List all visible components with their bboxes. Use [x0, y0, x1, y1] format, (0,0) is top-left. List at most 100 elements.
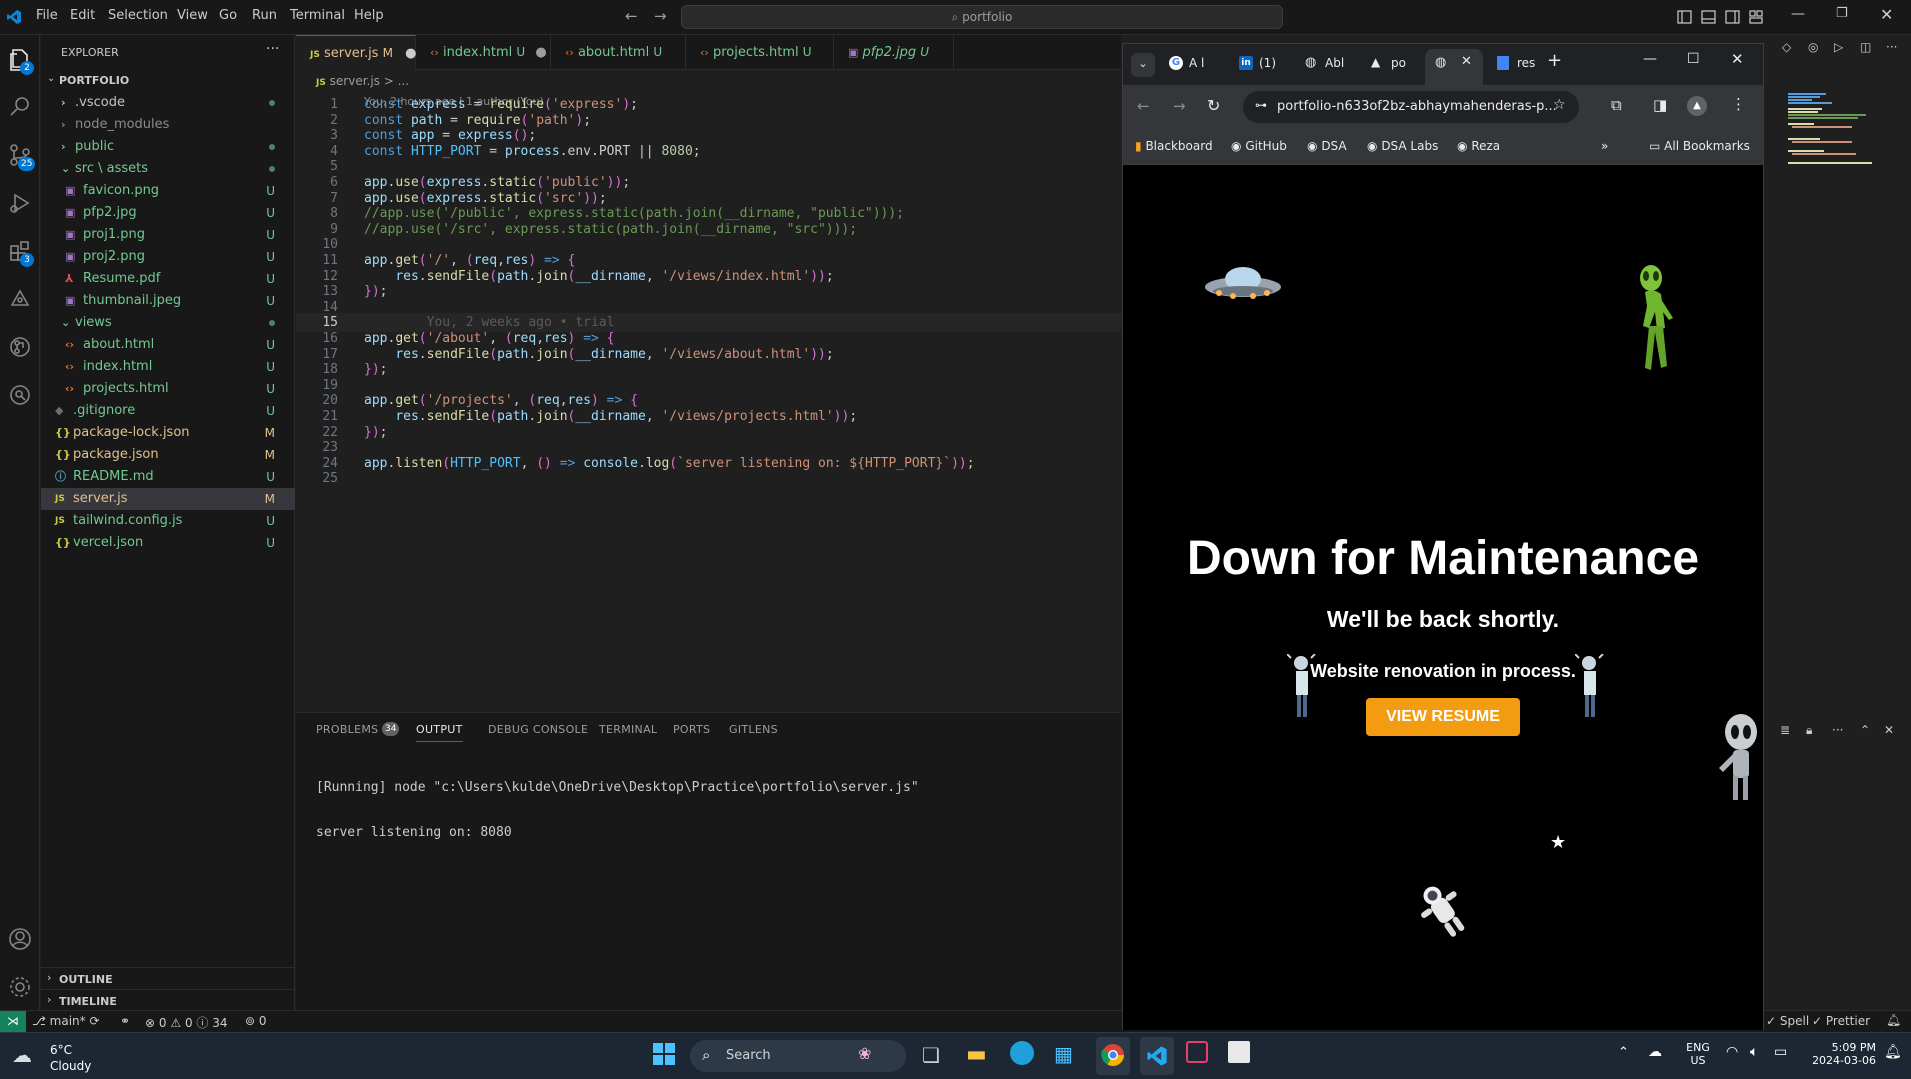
project-header[interactable]: ⌄ PORTFOLIO — [41, 70, 295, 92]
remote-icon[interactable]: ⋊ — [0, 1011, 26, 1033]
tree-item-vscode[interactable]: › .vscode — [41, 92, 295, 114]
minimize-icon[interactable]: — — [1791, 6, 1805, 22]
tray-app-icon[interactable]: ☁ — [1648, 1044, 1662, 1060]
menu-file[interactable]: File — [36, 8, 58, 23]
browser-tab-linkedin[interactable]: in (1) — [1235, 52, 1295, 78]
tree-item-package-lock[interactable]: {} package-lock.json M — [41, 422, 295, 444]
minimize-icon[interactable]: — — [1643, 51, 1657, 67]
browser-tab-google[interactable]: G A l — [1165, 52, 1225, 78]
bookmark-blackboard[interactable]: ▮ Blackboard — [1135, 139, 1213, 153]
tray-chevron-up-icon[interactable]: ⌃ — [1618, 1045, 1629, 1060]
tab-search-chevron-icon[interactable]: ⌄ — [1131, 53, 1155, 77]
tab-terminal[interactable]: TERMINAL — [599, 723, 657, 736]
address-bar[interactable]: ⊶ portfolio-n633of2bz-abhaymahenderas-p.… — [1243, 91, 1579, 123]
extensions-icon[interactable]: 3 — [6, 237, 34, 267]
all-bookmarks-folder[interactable]: ▭ All Bookmarks — [1649, 139, 1750, 153]
menu-help[interactable]: Help — [354, 8, 384, 23]
side-panel-icon[interactable]: ◨ — [1653, 96, 1667, 114]
view-resume-button[interactable]: VIEW RESUME — [1366, 698, 1520, 736]
profile-avatar[interactable]: ▲ — [1687, 96, 1707, 116]
menu-edit[interactable]: Edit — [70, 8, 95, 23]
bookmark-dsa[interactable]: ◉ DSA — [1307, 139, 1347, 153]
reload-icon[interactable]: ↻ — [1207, 96, 1220, 115]
wifi-icon[interactable]: ◠ — [1726, 1044, 1738, 1060]
weather-widget[interactable]: ☁ 6°C Cloudy — [8, 1039, 128, 1075]
taskbar-search[interactable]: ⌕ Search ❀ — [690, 1040, 906, 1072]
notification-bell-icon[interactable]: 🔔︎ — [1884, 1044, 1902, 1060]
tree-item-tailwind-config[interactable]: JS tailwind.config.js U — [41, 510, 295, 532]
tree-item-resume[interactable]: ⅄ Resume.pdf U — [41, 268, 295, 290]
unsaved-dot-icon[interactable]: ● — [405, 46, 416, 61]
gitlens-inspect-icon[interactable] — [6, 381, 34, 409]
account-icon[interactable] — [6, 925, 34, 953]
tab-output[interactable]: OUTPUT — [416, 723, 463, 742]
bookmark-star-icon[interactable]: ☆ — [1553, 97, 1566, 113]
language-indicator[interactable]: ENG US — [1682, 1041, 1714, 1071]
tree-item-gitignore[interactable]: ◆ .gitignore U — [41, 400, 295, 422]
bookmark-dsa-labs[interactable]: ◉ DSA Labs — [1367, 139, 1438, 153]
close-window-icon[interactable]: ✕ — [1731, 50, 1744, 68]
tree-item-favicon[interactable]: ▣ favicon.png U — [41, 180, 295, 202]
run-code-icon[interactable]: ▷ — [1834, 40, 1843, 54]
tree-item-proj2[interactable]: ▣ proj2.png U — [41, 246, 295, 268]
vscode-taskbar-icon[interactable] — [1140, 1037, 1174, 1075]
browser-tab-github[interactable]: ◍ Abl — [1301, 52, 1361, 78]
maximize-panel-icon[interactable]: ⌃ — [1860, 723, 1870, 737]
browser-tab-active[interactable]: ◍ ✕ — [1425, 49, 1483, 85]
extensions-puzzle-icon[interactable]: ⧉ — [1611, 96, 1622, 114]
back-arrow-icon[interactable]: ← — [1137, 97, 1150, 115]
tree-item-projects-html[interactable]: ‹› projects.html U — [41, 378, 295, 400]
menu-go[interactable]: Go — [219, 8, 237, 23]
output-text[interactable]: [Running] node "c:\Users\kulde\OneDrive\… — [316, 750, 919, 870]
tree-item-src-assets[interactable]: ⌄ src \ assets — [41, 158, 295, 180]
more-actions-icon[interactable]: ··· — [266, 41, 279, 57]
tab-server-js[interactable]: JS server.js M ● — [296, 35, 416, 70]
run-debug-icon[interactable] — [6, 189, 34, 217]
browser-tab-docs[interactable]: res — [1493, 52, 1553, 78]
tree-item-package-json[interactable]: {} package.json M — [41, 444, 295, 466]
more-actions-icon[interactable]: ··· — [1832, 723, 1843, 737]
gitlens-compare-icon[interactable]: ◇ — [1782, 40, 1791, 54]
lock-icon[interactable]: 🔒︎ — [1806, 723, 1812, 738]
menu-view[interactable]: View — [177, 8, 208, 23]
back-arrow-icon[interactable]: ← — [625, 7, 638, 25]
tree-item-about-html[interactable]: ‹› about.html U — [41, 334, 295, 356]
source-control-icon[interactable]: 25 — [6, 141, 36, 171]
timeline-section[interactable]: › TIMELINE — [41, 989, 295, 1011]
close-panel-icon[interactable]: ✕ — [1884, 723, 1894, 737]
breadcrumb[interactable]: JS server.js > ... — [316, 74, 409, 88]
tree-item-pfp2[interactable]: ▣ pfp2.jpg U — [41, 202, 295, 224]
windows-start-icon[interactable] — [652, 1042, 676, 1066]
tree-item-views[interactable]: ⌄ views — [41, 312, 295, 334]
notifications-bell-icon[interactable]: 🔔︎ — [1886, 1013, 1901, 1027]
volume-icon[interactable]: 🔈︎ — [1750, 1044, 1758, 1060]
open-changes-icon[interactable]: ◎ — [1808, 40, 1818, 54]
tab-debug-console[interactable]: DEBUG CONSOLE — [488, 723, 588, 736]
chrome-taskbar-icon[interactable] — [1096, 1037, 1130, 1075]
tree-item-vercel-json[interactable]: {} vercel.json U — [41, 532, 295, 554]
tree-item-public[interactable]: › public — [41, 136, 295, 158]
command-center-search[interactable]: ⌕ portfolio — [681, 5, 1283, 29]
settings-gear-icon[interactable] — [6, 973, 34, 1001]
browser-tab-vercel[interactable]: ▲ po — [1367, 52, 1427, 78]
forward-arrow-icon[interactable]: → — [1173, 97, 1186, 115]
search-icon[interactable] — [6, 93, 34, 121]
bookmark-github[interactable]: ◉ GitHub — [1231, 139, 1287, 153]
close-icon[interactable]: ✕ — [1880, 5, 1893, 24]
maximize-icon[interactable]: ☐ — [1687, 51, 1700, 67]
remote-explorer-icon[interactable] — [6, 285, 34, 313]
forward-arrow-icon[interactable]: → — [654, 7, 667, 25]
problems-indicator[interactable]: ⊗ 0 ⚠ 0 ⓘ 34 — [145, 1014, 228, 1031]
split-editor-icon[interactable]: ◫ — [1860, 40, 1871, 54]
tab-index-html[interactable]: ‹› index.html U ● — [416, 35, 551, 70]
edge-icon[interactable] — [1010, 1041, 1034, 1065]
tab-problems[interactable]: PROBLEMS — [316, 723, 378, 736]
tab-about-html[interactable]: ‹› about.html U — [551, 35, 686, 70]
code-editor[interactable]: JS server.js > ... You, 2 hours ago | 1 … — [296, 70, 1121, 710]
tab-pfp2-jpg[interactable]: ▣ pfp2.jpg U — [834, 35, 954, 70]
tree-item-server-js[interactable]: JS server.js M — [41, 488, 295, 510]
more-actions-icon[interactable]: ··· — [1886, 40, 1897, 54]
unsaved-dot-icon[interactable]: ● — [535, 45, 546, 60]
close-tab-icon[interactable]: ✕ — [1461, 54, 1472, 69]
prettier-indicator[interactable]: ✓ Prettier — [1812, 1014, 1870, 1028]
